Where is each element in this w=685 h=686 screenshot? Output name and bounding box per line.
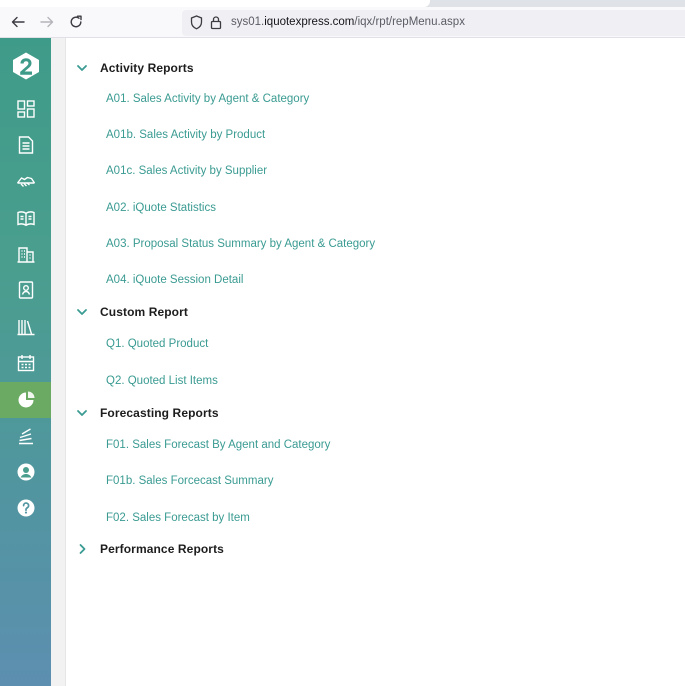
group-title: Activity Reports	[100, 61, 194, 75]
calendar-icon	[17, 355, 34, 372]
shield-icon[interactable]	[190, 15, 203, 30]
handshake-icon	[16, 176, 35, 187]
dashboard-icon	[16, 100, 35, 118]
sidebar-item-dashboard[interactable]	[0, 91, 51, 127]
reports-pie-icon	[18, 391, 34, 408]
report-link-f02[interactable]: F02. Sales Forecast by Item	[106, 512, 250, 524]
sidebar-item-building[interactable]	[0, 236, 51, 272]
sidebar-item-calendar[interactable]	[0, 345, 51, 381]
report-link-q1[interactable]: Q1. Quoted Product	[106, 338, 208, 350]
sidebar	[0, 38, 51, 686]
sidebar-item-user[interactable]	[0, 454, 51, 490]
chevron-down-icon[interactable]	[76, 407, 88, 419]
chevron-down-icon[interactable]	[76, 306, 88, 318]
help-icon	[17, 499, 34, 517]
content-gutter	[51, 38, 66, 686]
report-link-f01b[interactable]: F01b. Sales Forcecast Summary	[106, 475, 273, 487]
group-header-performance-reports[interactable]: Performance Reports	[76, 539, 224, 559]
report-menu: Activity Reports A01. Sales Activity by …	[66, 38, 685, 686]
report-link-a01c[interactable]: A01c. Sales Activity by Supplier	[106, 165, 267, 177]
chevron-down-icon[interactable]	[76, 62, 88, 74]
reload-icon[interactable]	[63, 9, 89, 35]
document-icon	[18, 136, 33, 154]
user-circle-icon	[17, 463, 34, 481]
sidebar-item-reports[interactable]	[0, 382, 51, 418]
group-header-activity-reports[interactable]: Activity Reports	[76, 58, 194, 78]
sidebar-item-catalog[interactable]	[0, 200, 51, 236]
chevron-right-icon[interactable]	[76, 543, 88, 555]
report-link-f01[interactable]: F01. Sales Forecast By Agent and Categor…	[106, 439, 330, 451]
report-link-q2[interactable]: Q2. Quoted List Items	[106, 375, 218, 387]
forward-arrow-icon[interactable]	[34, 9, 60, 35]
iquote-logo[interactable]	[11, 51, 41, 81]
sidebar-item-handshake[interactable]	[0, 163, 51, 199]
report-link-a01b[interactable]: A01b. Sales Activity by Product	[106, 129, 265, 141]
browser-toolbar: sys01.iquotexpress.com/iqx/rpt/repMenu.a…	[0, 7, 685, 38]
back-arrow-icon[interactable]	[5, 9, 31, 35]
lock-icon[interactable]	[210, 15, 222, 30]
group-title: Performance Reports	[100, 542, 224, 556]
browser-tab-strip	[0, 0, 685, 7]
address-bar[interactable]: sys01.iquotexpress.com/iqx/rpt/repMenu.a…	[182, 10, 685, 36]
report-link-a01[interactable]: A01. Sales Activity by Agent & Category	[106, 93, 309, 105]
url-text[interactable]: sys01.iquotexpress.com/iqx/rpt/repMenu.a…	[231, 16, 465, 28]
report-link-a02[interactable]: A02. iQuote Statistics	[106, 202, 216, 214]
sidebar-item-document[interactable]	[0, 127, 51, 163]
group-title: Forecasting Reports	[100, 406, 219, 420]
group-header-forecasting-reports[interactable]: Forecasting Reports	[76, 403, 219, 423]
report-link-a04[interactable]: A04. iQuote Session Detail	[106, 274, 243, 286]
sidebar-item-stack[interactable]	[0, 418, 51, 454]
sidebar-item-contacts[interactable]	[0, 272, 51, 308]
building-icon	[17, 247, 34, 263]
sidebar-item-library[interactable]	[0, 309, 51, 345]
group-title: Custom Report	[100, 305, 188, 319]
contact-card-icon	[18, 281, 33, 299]
catalog-book-icon	[16, 211, 35, 227]
group-header-custom-report[interactable]: Custom Report	[76, 302, 188, 322]
library-icon	[17, 320, 34, 336]
stack-icon	[18, 428, 33, 445]
report-link-a03[interactable]: A03. Proposal Status Summary by Agent & …	[106, 238, 375, 250]
sidebar-item-help[interactable]	[0, 490, 51, 526]
